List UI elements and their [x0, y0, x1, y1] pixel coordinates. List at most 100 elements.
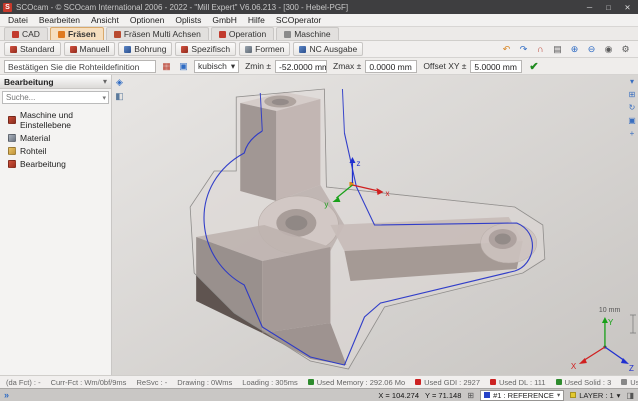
operations-panel: Bearbeitung ▾ ▾ Maschine und Einstellebe… [0, 75, 112, 375]
stock-icon[interactable]: ▦ [160, 60, 173, 73]
zoom-out-icon[interactable]: ⊖ [585, 43, 598, 56]
machining-icon [8, 160, 16, 168]
tab-maschine[interactable]: Maschine [276, 27, 338, 40]
memory-badge: Used Memory : 292.06 Mo [308, 378, 405, 387]
axis-x-label: x [386, 189, 390, 198]
grid-icon[interactable]: ⊞ [467, 391, 474, 400]
orbit-icon[interactable]: ↻ [627, 103, 637, 113]
minimize-button[interactable]: ─ [582, 3, 597, 12]
magnet-icon[interactable]: ∩ [534, 43, 547, 56]
print-icon[interactable]: ▤ [551, 43, 564, 56]
panel-pin-icon[interactable]: ▾ [103, 77, 107, 86]
stock-shape-select[interactable]: kubisch ▾ [194, 60, 239, 73]
settings-icon[interactable]: ⚙ [619, 43, 632, 56]
zmax-field[interactable]: 0.0000 mm [365, 60, 417, 73]
badge-label: Used GDI : 2927 [424, 378, 480, 387]
tree-item-machine[interactable]: Maschine und Einstellebene [0, 108, 111, 131]
standard-button[interactable]: Standard [4, 42, 61, 56]
menu-item-gmbh[interactable]: GmbH [212, 15, 237, 25]
solid-icon[interactable]: ▣ [177, 60, 190, 73]
collapse-icon[interactable]: ▾ [627, 77, 637, 87]
bottom-bar: » X = 104.274 Y = 71.148 ⊞ #1 : REFERENC… [0, 388, 638, 401]
confirm-button[interactable]: ✔ [529, 60, 538, 73]
dl-badge: Used DL : 111 [490, 378, 546, 387]
tab-cad[interactable]: CAD [4, 27, 48, 40]
layer-dropdown[interactable]: LAYER : 1 ▾ [570, 391, 620, 400]
tab-operation[interactable]: Operation [211, 27, 274, 40]
search-input[interactable] [3, 93, 100, 102]
badge-label: Used Solid : 3 [565, 378, 612, 387]
standard-icon [10, 46, 17, 53]
menu-item-scoperator[interactable]: SCOperator [276, 15, 321, 25]
reference-color-icon [484, 392, 490, 398]
model-canvas[interactable]: z x y 10 mm Y [112, 75, 638, 375]
redo-icon[interactable]: ↷ [517, 43, 530, 56]
status-segment: ReSvc : - [136, 378, 167, 387]
views-icon[interactable]: ⊞ [627, 90, 637, 100]
expand-status-icon[interactable]: » [4, 390, 9, 400]
class-badge: Used Class : 0 [621, 378, 638, 387]
button-label: Formen [255, 44, 284, 54]
bohrung-button[interactable]: Bohrung [118, 42, 172, 56]
status-dot-icon [415, 379, 421, 385]
menu-bar: Datei Bearbeiten Ansicht Optionen Oplist… [0, 14, 638, 27]
fixture-icon[interactable]: ◧ [114, 91, 125, 102]
menu-item-hilfe[interactable]: Hilfe [248, 15, 265, 25]
tab-fraesen[interactable]: Fräsen [50, 27, 104, 40]
tab-label: CAD [22, 29, 40, 39]
zoom-in-icon[interactable]: ⊕ [568, 43, 581, 56]
tab-fraesen-multi-achsen[interactable]: Fräsen Multi Achsen [106, 27, 209, 40]
fit-view-icon[interactable]: ▣ [627, 116, 637, 126]
spezifisch-button[interactable]: Spezifisch [175, 42, 236, 56]
tree-item-material[interactable]: Material [0, 131, 111, 144]
button-label: Bohrung [134, 44, 166, 54]
viewport-3d[interactable]: z x y 10 mm Y [112, 75, 638, 375]
gdi-badge: Used GDI : 2927 [415, 378, 480, 387]
status-dot-icon [556, 379, 562, 385]
shapes-icon [245, 46, 252, 53]
tree-item-bearbeitung[interactable]: Bearbeitung [0, 157, 111, 170]
manuell-button[interactable]: Manuell [64, 42, 116, 56]
search-icon[interactable]: ◉ [602, 43, 615, 56]
menu-item-datei[interactable]: Datei [8, 15, 28, 25]
menu-item-bearbeiten[interactable]: Bearbeiten [39, 15, 80, 25]
button-label: NC Ausgabe [309, 44, 357, 54]
maximize-button[interactable]: □ [601, 3, 616, 12]
solid-badge: Used Solid : 3 [556, 378, 612, 387]
formen-button[interactable]: Formen [239, 42, 290, 56]
machine-tab-icon [284, 31, 291, 38]
menu-item-oplists[interactable]: Oplists [175, 15, 201, 25]
tree-item-rohteil[interactable]: Rohteil [0, 144, 111, 157]
menu-item-ansicht[interactable]: Ansicht [91, 15, 119, 25]
status-segment: (da Fct) : - [6, 378, 41, 387]
panel-toggle-icon[interactable]: ◨ [626, 391, 634, 400]
manual-icon [70, 46, 77, 53]
stock-envelope [190, 89, 545, 369]
layer-color-icon [570, 392, 576, 398]
view-axis-y-label: Y [608, 318, 614, 327]
status-segment: Drawing : 0Wms [177, 378, 232, 387]
milling-tab-icon [58, 31, 65, 38]
drilling-icon [124, 46, 131, 53]
zmax-label: Zmax ± [333, 61, 361, 71]
reference-dropdown[interactable]: #1 : REFERENCE ▾ [480, 390, 564, 401]
close-button[interactable]: ✕ [620, 3, 635, 12]
material-icon [8, 134, 16, 142]
badge-label: Used Memory : 292.06 Mo [317, 378, 405, 387]
zmin-field[interactable]: -52.0000 mm [275, 60, 327, 73]
undo-icon[interactable]: ↶ [500, 43, 513, 56]
offset-xy-field[interactable]: 5.0000 mm [470, 60, 522, 73]
menu-item-optionen[interactable]: Optionen [130, 15, 165, 25]
prompt-bar: Bestätigen Sie die Rohteildefinition ▦ ▣… [0, 58, 638, 75]
app-window: S SCOcam - © SCOcam International 2006 -… [0, 0, 638, 401]
zero-point-icon[interactable]: ◈ [114, 77, 125, 88]
status-dot-icon [308, 379, 314, 385]
tab-label: Fräsen Multi Achsen [124, 29, 201, 39]
view-axis-x-label: X [571, 362, 577, 371]
offset-xy-label: Offset XY ± [423, 61, 466, 71]
axis-y-label: y [324, 200, 328, 209]
operation-tab-icon [219, 31, 226, 38]
nc-ausgabe-button[interactable]: NC Ausgabe [293, 42, 363, 56]
view-tool-cluster: ↶ ↷ ∩ ▤ ⊕ ⊖ ◉ ⚙ [500, 43, 634, 56]
axes-icon[interactable]: + [627, 129, 637, 139]
